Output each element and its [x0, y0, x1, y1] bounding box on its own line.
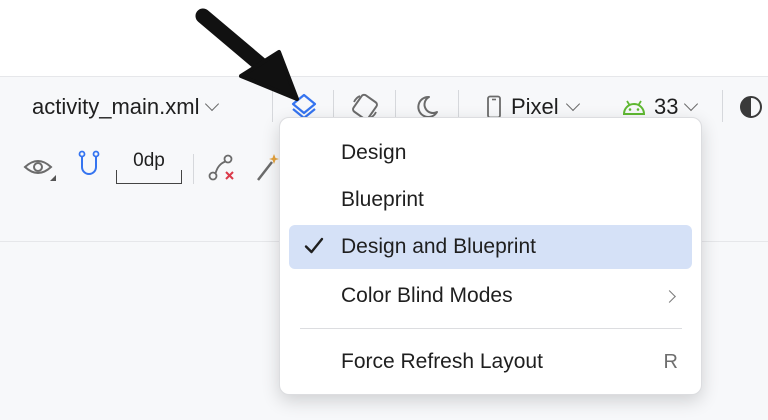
file-name-label: activity_main.xml: [32, 94, 200, 119]
theme-contrast-icon: [740, 96, 762, 118]
magic-wand-icon: [257, 154, 279, 181]
infer-constraints-button[interactable]: [254, 152, 280, 184]
menu-separator: [300, 328, 682, 329]
menu-item-label: Design and Blueprint: [341, 235, 536, 258]
menu-item-force-refresh-layout[interactable]: Force Refresh Layout R: [289, 340, 692, 384]
android-icon: [622, 100, 646, 115]
toolbar-divider: [722, 90, 723, 122]
chevron-right-icon: [663, 289, 676, 303]
menu-item-label: Color Blind Modes: [341, 284, 513, 307]
phone-device-icon: [487, 95, 501, 119]
view-options-button[interactable]: [22, 153, 58, 183]
checkmark-icon: [304, 237, 324, 254]
top-blank-area: [0, 0, 768, 76]
clear-constraints-button[interactable]: [206, 152, 238, 184]
margin-bracket: [116, 170, 182, 184]
menu-item-blueprint[interactable]: Blueprint: [289, 178, 692, 222]
menu-item-color-blind-modes[interactable]: Color Blind Modes: [289, 274, 692, 318]
constraint-clear-icon: [208, 154, 234, 181]
autoconnect-button[interactable]: [74, 150, 104, 182]
menu-item-label: Force Refresh Layout: [341, 350, 543, 373]
menu-item-design[interactable]: Design: [289, 131, 692, 175]
design-surface-menu: Design Blueprint Design and Blueprint Co…: [279, 117, 702, 395]
shortcut-label: R: [663, 350, 678, 373]
menu-item-label: Blueprint: [341, 188, 424, 211]
margin-value-label: 0dp: [133, 150, 165, 171]
black-arrow-annotation-icon: [195, 8, 299, 101]
chevron-down-icon: [565, 96, 580, 112]
menu-item-label: Design: [341, 141, 407, 164]
magnet-icon: [78, 150, 100, 175]
eye-icon: [23, 160, 56, 181]
toolbar-divider: [193, 154, 194, 184]
theme-button[interactable]: [737, 92, 765, 122]
menu-item-design-and-blueprint[interactable]: Design and Blueprint: [289, 225, 692, 269]
chevron-down-icon: [684, 96, 699, 112]
